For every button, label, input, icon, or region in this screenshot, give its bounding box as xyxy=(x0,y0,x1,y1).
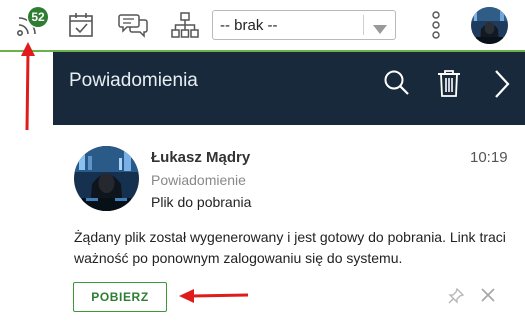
notification-body: Żądany plik został wygenerowany i jest g… xyxy=(74,229,506,266)
user-avatar[interactable] xyxy=(471,7,508,44)
top-toolbar: 52 -- brak -- xyxy=(0,0,525,52)
chevron-down-icon[interactable] xyxy=(373,21,387,39)
download-button[interactable]: POBIERZ xyxy=(73,282,167,312)
notifications-panel-header: Powiadomienia xyxy=(53,52,525,125)
notification-type: Powiadomienie xyxy=(151,172,246,188)
pin-icon[interactable] xyxy=(447,287,465,310)
chevron-right-icon[interactable] xyxy=(493,69,511,104)
calendar-icon[interactable] xyxy=(65,10,97,40)
kebab-menu-icon[interactable] xyxy=(429,11,443,44)
select-value: -- brak -- xyxy=(220,17,278,34)
sender-avatar xyxy=(74,146,139,211)
trash-icon[interactable] xyxy=(437,69,461,102)
notification-time: 10:19 xyxy=(470,149,508,166)
notification-count-badge: 52 xyxy=(28,7,48,27)
sender-name: Łukasz Mądry xyxy=(151,149,251,166)
annotation-arrow-left xyxy=(179,289,249,303)
chat-icon[interactable] xyxy=(117,10,149,40)
search-icon[interactable] xyxy=(383,69,411,102)
close-icon[interactable] xyxy=(480,287,496,308)
select-divider xyxy=(363,15,364,35)
org-chart-icon[interactable] xyxy=(169,10,201,40)
panel-title: Powiadomienia xyxy=(69,70,198,91)
annotation-arrow-up xyxy=(21,42,35,131)
notification-subject: Plik do pobrania xyxy=(151,194,252,210)
context-select[interactable]: -- brak -- xyxy=(212,10,396,40)
